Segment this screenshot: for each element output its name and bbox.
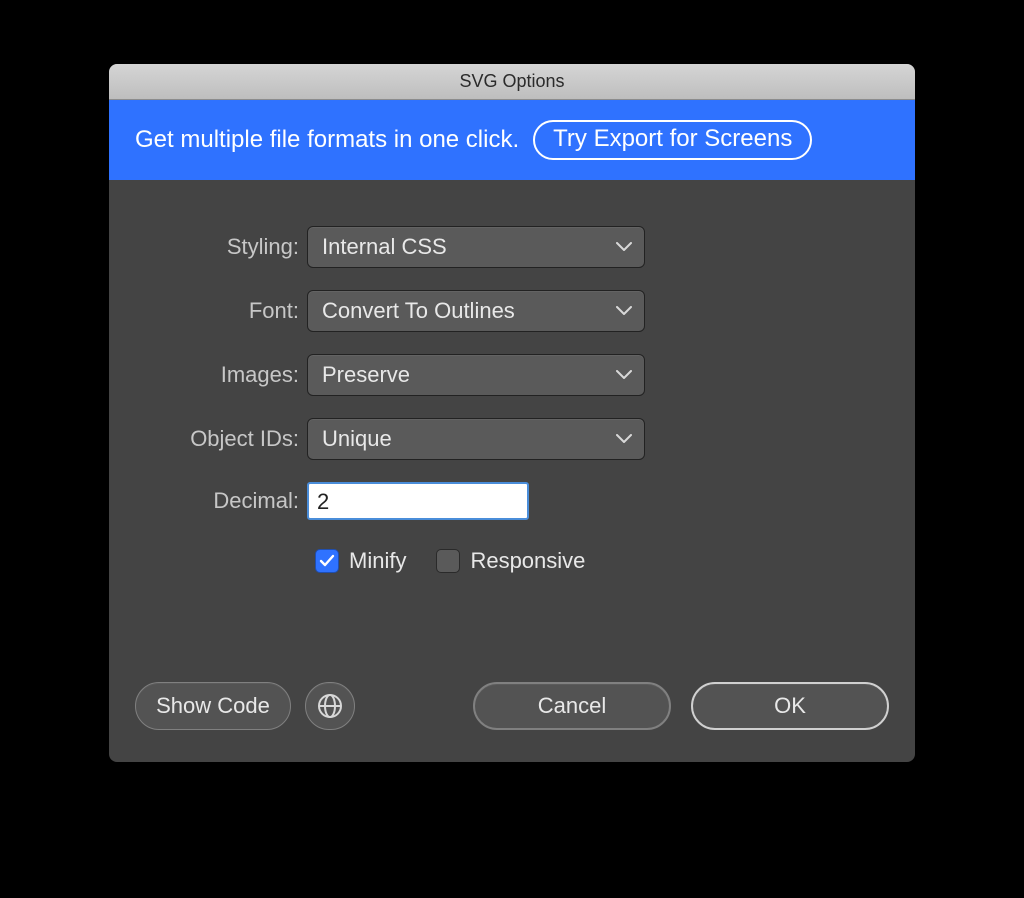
images-select-value: Preserve [322,362,410,388]
dialog-footer: Show Code Cancel OK [135,682,889,730]
styling-label: Styling: [149,234,307,260]
decimal-input[interactable]: 2 [307,482,529,520]
svg-options-dialog: SVG Options Get multiple file formats in… [109,64,915,762]
decimal-row: Decimal: 2 [149,482,875,520]
chevron-down-icon [616,370,632,380]
responsive-checkbox[interactable]: Responsive [436,548,585,574]
checkbox-row: Minify Responsive [315,548,875,574]
titlebar: SVG Options [109,64,915,100]
objectids-row: Object IDs: Unique [149,418,875,460]
globe-icon [317,693,343,719]
responsive-label: Responsive [470,548,585,574]
try-export-for-screens-button[interactable]: Try Export for Screens [533,120,812,160]
form-area: Styling: Internal CSS Font: Convert To O… [109,180,915,594]
font-label: Font: [149,298,307,324]
font-row: Font: Convert To Outlines [149,290,875,332]
styling-select-value: Internal CSS [322,234,447,260]
font-select-value: Convert To Outlines [322,298,515,324]
cancel-button[interactable]: Cancel [473,682,671,730]
open-in-browser-button[interactable] [305,682,355,730]
objectids-label: Object IDs: [149,426,307,452]
chevron-down-icon [616,306,632,316]
promo-banner: Get multiple file formats in one click. … [109,100,915,180]
ok-button[interactable]: OK [691,682,889,730]
promo-banner-text: Get multiple file formats in one click. [135,126,519,154]
images-row: Images: Preserve [149,354,875,396]
chevron-down-icon [616,242,632,252]
images-label: Images: [149,362,307,388]
chevron-down-icon [616,434,632,444]
styling-row: Styling: Internal CSS [149,226,875,268]
checkbox-checked-icon [315,549,339,573]
decimal-label: Decimal: [149,488,307,514]
styling-select[interactable]: Internal CSS [307,226,645,268]
font-select[interactable]: Convert To Outlines [307,290,645,332]
dialog-title: SVG Options [459,71,564,92]
minify-checkbox[interactable]: Minify [315,548,406,574]
objectids-select[interactable]: Unique [307,418,645,460]
minify-label: Minify [349,548,406,574]
objectids-select-value: Unique [322,426,392,452]
checkbox-unchecked-icon [436,549,460,573]
images-select[interactable]: Preserve [307,354,645,396]
show-code-button[interactable]: Show Code [135,682,291,730]
